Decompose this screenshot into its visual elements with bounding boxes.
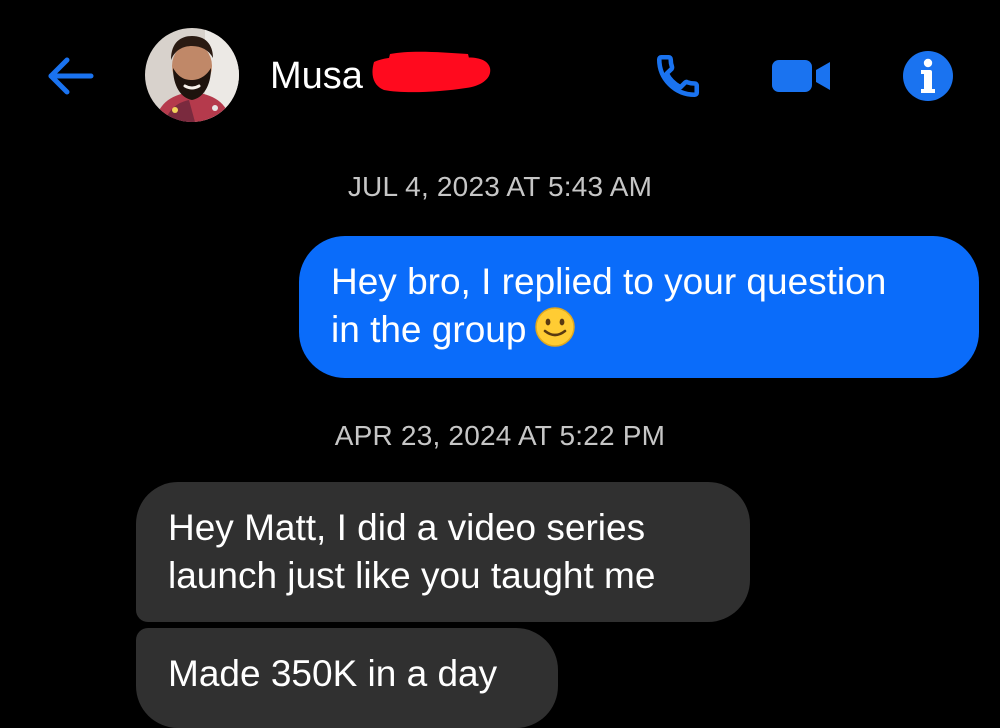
- message-text-line: Hey bro, I replied to your question: [331, 261, 887, 302]
- contact-name[interactable]: Musa: [270, 52, 363, 100]
- message-text-line: Hey Matt, I did a video series: [168, 507, 646, 548]
- message-text-line: in the group: [331, 306, 959, 354]
- smiling-face-emoji-icon: [535, 307, 576, 347]
- back-button[interactable]: [42, 48, 98, 104]
- video-camera-icon: [772, 60, 830, 92]
- info-button[interactable]: [898, 46, 958, 106]
- message-text-line: Made 350K in a day: [168, 653, 498, 694]
- incoming-message-bubble[interactable]: Made 350K in a day: [136, 628, 558, 728]
- info-icon: [903, 51, 953, 101]
- message-text-line: launch just like you taught me: [168, 555, 656, 596]
- call-button[interactable]: [648, 46, 708, 106]
- message-text: in the group: [331, 309, 527, 350]
- incoming-message-bubble[interactable]: Hey Matt, I did a video series launch ju…: [136, 482, 750, 622]
- video-call-button[interactable]: [766, 46, 838, 106]
- phone-icon: [656, 54, 700, 98]
- chat-header: Musa: [0, 0, 1000, 150]
- arrow-left-icon: [48, 57, 94, 95]
- outgoing-message-bubble[interactable]: Hey bro, I replied to your question in t…: [299, 236, 979, 378]
- avatar[interactable]: [145, 28, 239, 122]
- message-timestamp: JUL 4, 2023 AT 5:43 AM: [347, 171, 653, 202]
- redaction-mark: [372, 51, 491, 93]
- message-timestamp: APR 23, 2024 AT 5:22 PM: [334, 420, 666, 451]
- profile-photo-icon: [145, 28, 239, 122]
